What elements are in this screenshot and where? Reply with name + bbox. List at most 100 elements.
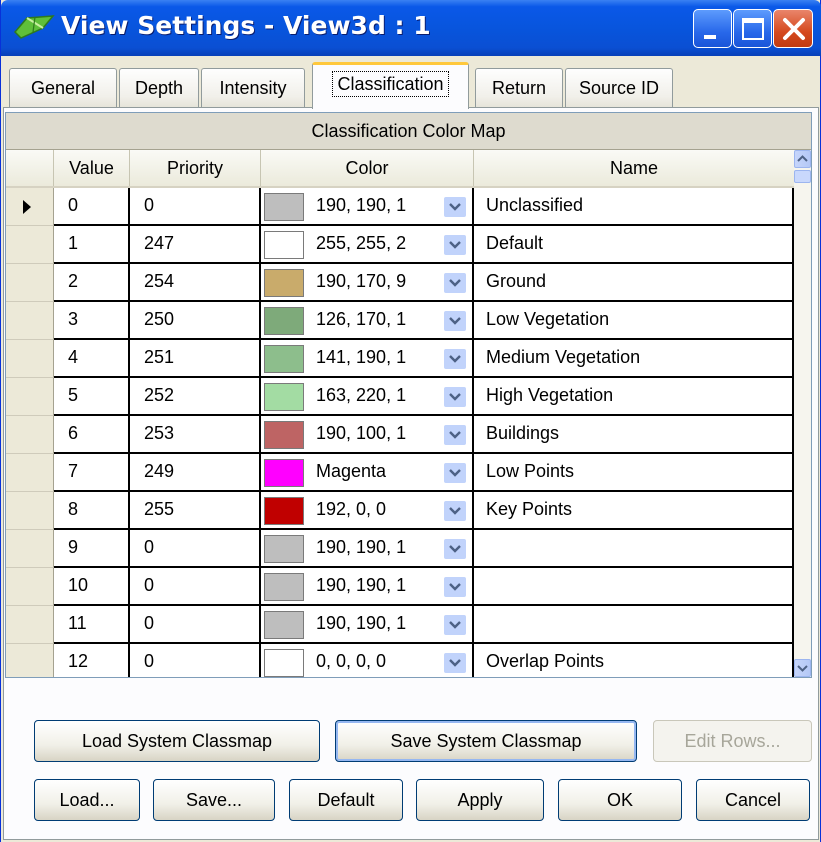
minimize-button[interactable] (693, 9, 732, 48)
table-row[interactable]: 4 251 141, 190, 1 Medium Vegetation (6, 340, 794, 378)
value-cell[interactable]: 6 (54, 416, 130, 454)
priority-cell[interactable]: 247 (130, 226, 261, 264)
tab-general[interactable]: General (9, 68, 117, 108)
name-cell[interactable]: Low Points (474, 454, 794, 492)
priority-cell[interactable]: 0 (130, 606, 261, 644)
color-dropdown-button[interactable] (444, 311, 466, 331)
table-row[interactable]: 5 252 163, 220, 1 High Vegetation (6, 378, 794, 416)
name-cell[interactable]: Overlap Points (474, 644, 794, 677)
name-cell[interactable]: Buildings (474, 416, 794, 454)
color-cell[interactable]: 163, 220, 1 (261, 378, 474, 416)
row-selector[interactable] (6, 302, 54, 340)
priority-cell[interactable]: 0 (130, 530, 261, 568)
color-cell[interactable]: 190, 100, 1 (261, 416, 474, 454)
color-dropdown-button[interactable] (444, 235, 466, 255)
value-cell[interactable]: 4 (54, 340, 130, 378)
color-dropdown-button[interactable] (444, 463, 466, 483)
row-selector[interactable] (6, 264, 54, 302)
value-cell[interactable]: 0 (54, 188, 130, 226)
row-selector[interactable] (6, 188, 54, 226)
column-header-name[interactable]: Name (474, 150, 794, 186)
name-cell[interactable]: Default (474, 226, 794, 264)
priority-cell[interactable]: 254 (130, 264, 261, 302)
color-dropdown-button[interactable] (444, 387, 466, 407)
priority-cell[interactable]: 249 (130, 454, 261, 492)
priority-cell[interactable]: 0 (130, 568, 261, 606)
name-cell[interactable] (474, 530, 794, 568)
priority-cell[interactable]: 0 (130, 188, 261, 226)
tab-intensity[interactable]: Intensity (201, 68, 305, 108)
priority-cell[interactable]: 253 (130, 416, 261, 454)
edit-rows-button[interactable]: Edit Rows... (653, 720, 812, 762)
value-cell[interactable]: 11 (54, 606, 130, 644)
row-selector[interactable] (6, 226, 54, 264)
color-cell[interactable]: 192, 0, 0 (261, 492, 474, 530)
table-row[interactable]: 3 250 126, 170, 1 Low Vegetation (6, 302, 794, 340)
color-dropdown-button[interactable] (444, 425, 466, 445)
close-button[interactable] (773, 9, 813, 48)
table-row[interactable]: 9 0 190, 190, 1 (6, 530, 794, 568)
value-cell[interactable]: 3 (54, 302, 130, 340)
table-row[interactable]: 0 0 190, 190, 1 Unclassified (6, 188, 794, 226)
scroll-thumb[interactable] (794, 170, 811, 183)
name-cell[interactable]: Key Points (474, 492, 794, 530)
color-cell[interactable]: 190, 190, 1 (261, 530, 474, 568)
value-cell[interactable]: 8 (54, 492, 130, 530)
name-cell[interactable]: Medium Vegetation (474, 340, 794, 378)
name-cell[interactable]: Ground (474, 264, 794, 302)
priority-cell[interactable]: 255 (130, 492, 261, 530)
tab-return[interactable]: Return (475, 68, 563, 108)
color-dropdown-button[interactable] (444, 349, 466, 369)
value-cell[interactable]: 1 (54, 226, 130, 264)
cancel-button[interactable]: Cancel (696, 779, 810, 821)
color-cell[interactable]: Magenta (261, 454, 474, 492)
save-system-classmap-button[interactable]: Save System Classmap (335, 720, 637, 762)
color-cell[interactable]: 190, 190, 1 (261, 568, 474, 606)
color-cell[interactable]: 126, 170, 1 (261, 302, 474, 340)
row-selector[interactable] (6, 454, 54, 492)
color-dropdown-button[interactable] (444, 539, 466, 559)
name-cell[interactable]: High Vegetation (474, 378, 794, 416)
grid-vertical-scrollbar[interactable] (794, 150, 811, 677)
row-selector[interactable] (6, 530, 54, 568)
row-selector[interactable] (6, 378, 54, 416)
color-cell[interactable]: 0, 0, 0, 0 (261, 644, 474, 677)
tab-source-id[interactable]: Source ID (565, 68, 673, 108)
apply-button[interactable]: Apply (416, 779, 544, 821)
tab-classification[interactable]: Classification (312, 62, 469, 109)
color-cell[interactable]: 190, 170, 9 (261, 264, 474, 302)
color-cell[interactable]: 141, 190, 1 (261, 340, 474, 378)
priority-cell[interactable]: 252 (130, 378, 261, 416)
value-cell[interactable]: 2 (54, 264, 130, 302)
priority-cell[interactable]: 250 (130, 302, 261, 340)
table-row[interactable]: 7 249 Magenta Low Points (6, 454, 794, 492)
value-cell[interactable]: 9 (54, 530, 130, 568)
title-bar[interactable]: View Settings - View3d : 1 (1, 0, 821, 56)
row-selector[interactable] (6, 568, 54, 606)
name-cell[interactable] (474, 606, 794, 644)
value-cell[interactable]: 12 (54, 644, 130, 677)
table-row[interactable]: 6 253 190, 100, 1 Buildings (6, 416, 794, 454)
table-row[interactable]: 1 247 255, 255, 2 Default (6, 226, 794, 264)
column-header-color[interactable]: Color (261, 150, 474, 186)
value-cell[interactable]: 5 (54, 378, 130, 416)
color-dropdown-button[interactable] (444, 273, 466, 293)
row-selector[interactable] (6, 492, 54, 530)
priority-cell[interactable]: 251 (130, 340, 261, 378)
row-selector[interactable] (6, 340, 54, 378)
table-row[interactable]: 11 0 190, 190, 1 (6, 606, 794, 644)
maximize-button[interactable] (733, 9, 772, 48)
table-row[interactable]: 8 255 192, 0, 0 Key Points (6, 492, 794, 530)
table-row[interactable]: 12 0 0, 0, 0, 0 Overlap Points (6, 644, 794, 677)
row-selector[interactable] (6, 644, 54, 677)
color-cell[interactable]: 190, 190, 1 (261, 606, 474, 644)
scroll-up-button[interactable] (794, 150, 811, 168)
color-dropdown-button[interactable] (444, 653, 466, 673)
value-cell[interactable]: 7 (54, 454, 130, 492)
table-row[interactable]: 2 254 190, 170, 9 Ground (6, 264, 794, 302)
color-cell[interactable]: 255, 255, 2 (261, 226, 474, 264)
tab-depth[interactable]: Depth (119, 68, 199, 108)
save-button[interactable]: Save... (153, 779, 275, 821)
row-selector[interactable] (6, 606, 54, 644)
scroll-down-button[interactable] (794, 659, 811, 677)
